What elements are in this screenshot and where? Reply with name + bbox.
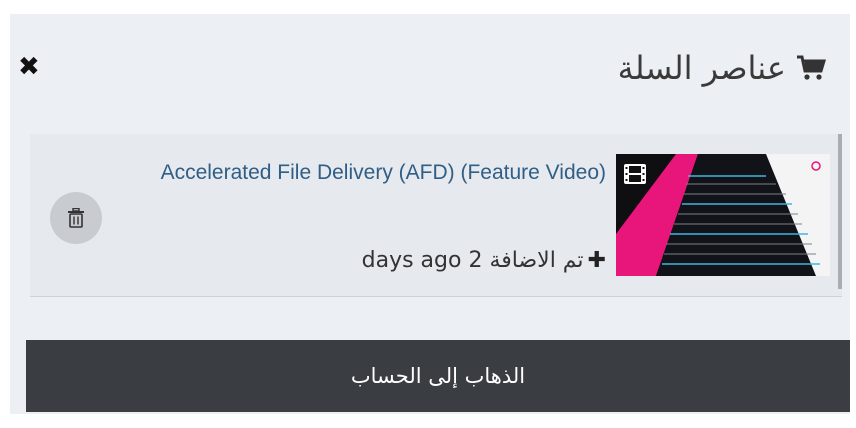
delete-item-button[interactable] [50, 192, 102, 244]
trash-icon [68, 208, 84, 228]
cart-header: ✖ عناصر السلة [10, 14, 850, 122]
cart-item: Accelerated File Delivery (AFD) (Feature… [30, 134, 842, 297]
checkout-button[interactable]: الذهاب إلى الحساب [26, 340, 850, 412]
item-divider [30, 296, 842, 297]
plus-icon: ✚ [587, 248, 606, 273]
cart-title: عناصر السلة [618, 46, 826, 90]
item-added-info: ✚تم الاضافة 2 days ago [362, 248, 606, 273]
film-icon [624, 164, 646, 184]
close-icon[interactable]: ✖ [18, 54, 40, 80]
thumbnail-graphic [616, 154, 830, 276]
item-thumbnail[interactable] [616, 154, 830, 276]
cart-panel: ✖ عناصر السلة Accelerated File Delivery … [10, 14, 850, 414]
item-added-label: تم الاضافة 2 days ago [361, 248, 584, 273]
shopping-cart-icon [797, 55, 826, 80]
item-scrollbar[interactable] [838, 134, 842, 289]
cart-title-text: عناصر السلة [617, 49, 786, 87]
item-title-link[interactable]: Accelerated File Delivery (AFD) (Feature… [146, 156, 606, 190]
